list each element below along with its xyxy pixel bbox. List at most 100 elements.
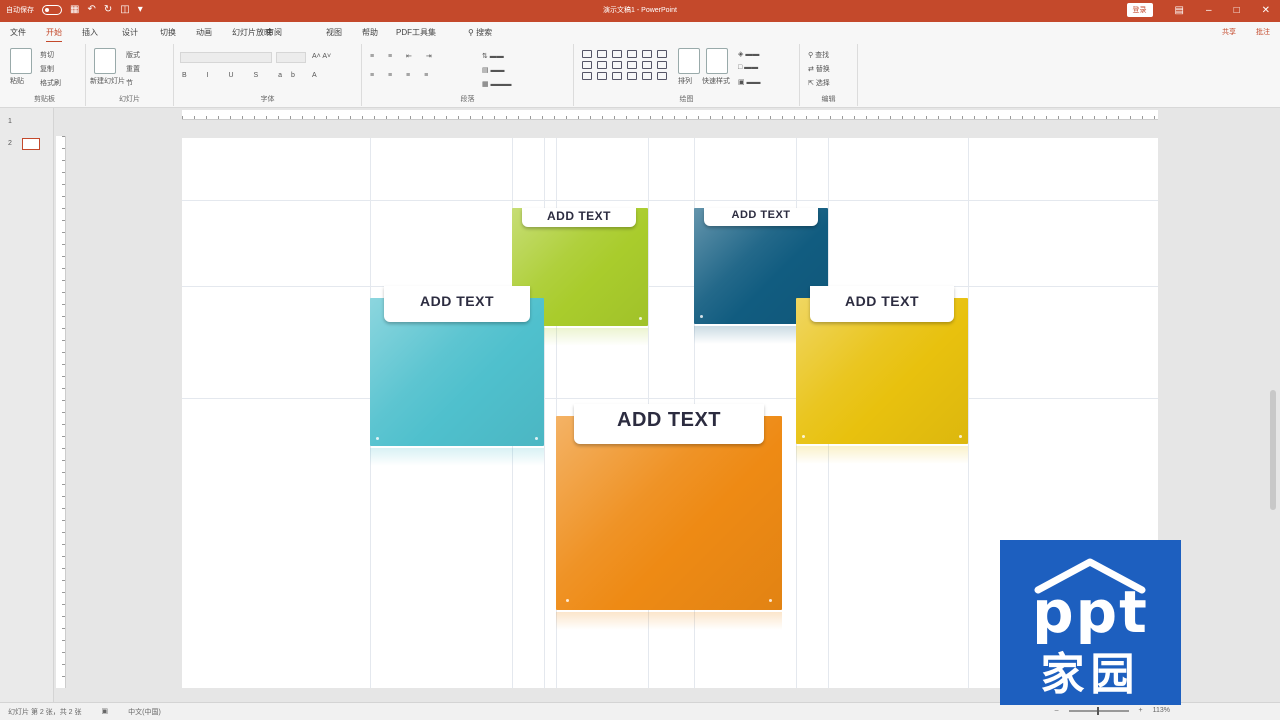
- card-teal-dot: [376, 437, 379, 440]
- tab-transitions[interactable]: 切换: [160, 27, 176, 38]
- group-paragraph: ≡ ≡ ⇤ ⇥ ≡ ≡ ≡ ≡ ⇅ ▬▬ ▤ ▬▬ ▦ ▬▬▬ 段落: [362, 44, 574, 106]
- tab-review[interactable]: 审阅: [266, 27, 282, 38]
- group-label-drawing: 绘图: [679, 96, 694, 103]
- smartart-icon[interactable]: ▦ ▬▬▬: [482, 80, 512, 88]
- card-yellow[interactable]: ADD TEXT: [796, 286, 968, 464]
- card-yellow-dot: [802, 435, 805, 438]
- card-teal-dot: [535, 437, 538, 440]
- sign-in-button[interactable]: 登录: [1126, 3, 1153, 17]
- new-slide-label: 新建幻灯片: [90, 78, 125, 85]
- reset-button[interactable]: 重置: [126, 64, 140, 74]
- tab-file[interactable]: 文件: [10, 27, 26, 38]
- ppt-jiayuan-logo: ppt 家园: [1000, 540, 1181, 705]
- accessibility-icon[interactable]: ▣: [102, 707, 109, 717]
- tab-view[interactable]: 视图: [326, 27, 342, 38]
- font-size-select[interactable]: [276, 52, 306, 63]
- window-title: 演示文稿1 - PowerPoint: [603, 7, 677, 14]
- shape-effects-icon[interactable]: ▣ ▬▬: [738, 78, 761, 86]
- card-orange-label[interactable]: ADD TEXT: [574, 404, 764, 444]
- group-label-editing: 编辑: [821, 96, 836, 103]
- group-drawing: 排列 快速样式 ◈ ▬▬ □ ▬▬ ▣ ▬▬ 绘图: [574, 44, 800, 106]
- select-icon: ⇱: [808, 80, 816, 87]
- group-label-paragraph: 段落: [460, 96, 475, 103]
- card-yellow-reflection: [796, 446, 968, 464]
- paste-icon[interactable]: [10, 48, 32, 74]
- cut-button[interactable]: 剪切: [40, 50, 54, 60]
- tab-help[interactable]: 帮助: [362, 27, 378, 38]
- comments-button[interactable]: 批注: [1256, 27, 1270, 37]
- card-green-label[interactable]: ADD TEXT: [522, 208, 636, 227]
- logo-text-cn: 家园: [1040, 649, 1141, 700]
- tab-animations[interactable]: 动画: [196, 27, 212, 38]
- replace-icon: ⇄: [808, 66, 816, 73]
- section-button[interactable]: 节: [126, 78, 133, 88]
- find-button[interactable]: ⚲ 查找: [808, 50, 829, 60]
- card-orange-dot: [769, 599, 772, 602]
- tab-search-label: 搜索: [476, 28, 493, 37]
- select-label: 选择: [815, 80, 830, 87]
- minimize-icon[interactable]: –: [1206, 5, 1212, 16]
- tab-design[interactable]: 设计: [122, 27, 138, 38]
- zoom-in-icon[interactable]: +: [1139, 707, 1143, 714]
- zoom-slider[interactable]: [1068, 706, 1129, 715]
- close-icon[interactable]: ✕: [1262, 5, 1270, 16]
- slide-thumbnail-selected[interactable]: [22, 138, 40, 150]
- tab-insert[interactable]: 插入: [82, 27, 98, 38]
- card-orange-dot: [566, 599, 569, 602]
- format-painter-button[interactable]: 格式刷: [40, 78, 61, 88]
- font-color-icon[interactable]: A: [312, 72, 317, 79]
- layout-button[interactable]: 版式: [126, 50, 140, 60]
- list-icons[interactable]: ≡ ≡ ⇤ ⇥: [370, 52, 438, 60]
- maximize-icon[interactable]: □: [1234, 5, 1240, 16]
- card-teal-reflection: [370, 448, 544, 466]
- ribbon: 粘贴 剪切 复制 格式刷 剪贴板 新建幻灯片 版式 重置 节 幻灯片 A˄ A˅…: [0, 42, 1280, 108]
- shapes-gallery[interactable]: [582, 50, 669, 80]
- paste-label: 粘贴: [10, 78, 24, 85]
- share-button[interactable]: 共享: [1222, 27, 1236, 37]
- quick-styles-icon[interactable]: [706, 48, 728, 74]
- card-green-dot: [639, 317, 642, 320]
- shape-outline-icon[interactable]: □ ▬▬: [738, 64, 758, 71]
- new-slide-icon[interactable]: [94, 48, 116, 74]
- logo-text-ppt: ppt: [1032, 578, 1149, 646]
- scrollbar-thumb[interactable]: [1270, 390, 1276, 510]
- replace-label: 替换: [815, 66, 830, 73]
- card-teal[interactable]: ADD TEXT: [370, 286, 544, 466]
- card-orange-body: [556, 416, 782, 610]
- select-button[interactable]: ⇱ 选择: [808, 78, 830, 88]
- find-label: 查找: [815, 52, 830, 59]
- font-name-select[interactable]: [180, 52, 272, 63]
- group-clipboard: 粘贴 剪切 复制 格式刷 剪贴板: [4, 44, 86, 106]
- font-format-icons[interactable]: B I U S ab: [182, 72, 304, 79]
- guide-line: [968, 138, 969, 688]
- shape-fill-icon[interactable]: ◈ ▬▬: [738, 50, 759, 58]
- arrange-label: 排列: [678, 78, 692, 85]
- replace-button[interactable]: ⇄ 替换: [808, 64, 830, 74]
- group-label-clipboard: 剪贴板: [34, 96, 55, 103]
- tab-search[interactable]: ⚲ 搜索: [468, 27, 492, 38]
- slide-count-status: 幻灯片 第 2 张，共 2 张: [8, 709, 82, 716]
- card-navy-label[interactable]: ADD TEXT: [704, 208, 818, 226]
- arrange-icon[interactable]: [678, 48, 700, 74]
- ribbon-display-options-icon[interactable]: ▤: [1175, 5, 1184, 16]
- text-direction-icon[interactable]: ⇅ ▬▬: [482, 52, 504, 60]
- group-editing: ⚲ 查找 ⇄ 替换 ⇱ 选择 编辑: [800, 44, 858, 106]
- language-status[interactable]: 中文(中国): [128, 707, 161, 717]
- card-teal-label[interactable]: ADD TEXT: [384, 286, 530, 322]
- tab-pdf-tools[interactable]: PDF工具集: [396, 27, 436, 38]
- card-orange[interactable]: ADD TEXT: [556, 404, 782, 630]
- font-size-grow-icon[interactable]: A˄ A˅: [312, 53, 331, 60]
- card-yellow-dot: [959, 435, 962, 438]
- group-font: A˄ A˅ B I U S ab A 字体: [174, 44, 362, 106]
- align-icons[interactable]: ≡ ≡ ≡ ≡: [370, 72, 434, 79]
- card-yellow-label[interactable]: ADD TEXT: [810, 286, 954, 322]
- guide-line: [182, 200, 1158, 201]
- vertical-scrollbar[interactable]: [1268, 120, 1278, 702]
- copy-button[interactable]: 复制: [40, 64, 54, 74]
- zoom-level[interactable]: 113%: [1153, 707, 1170, 714]
- zoom-out-icon[interactable]: –: [1055, 707, 1059, 714]
- tab-home[interactable]: 开始: [46, 27, 62, 43]
- quick-styles-label: 快速样式: [702, 78, 730, 85]
- guide-line: [182, 286, 1158, 287]
- align-text-icon[interactable]: ▤ ▬▬: [482, 66, 505, 74]
